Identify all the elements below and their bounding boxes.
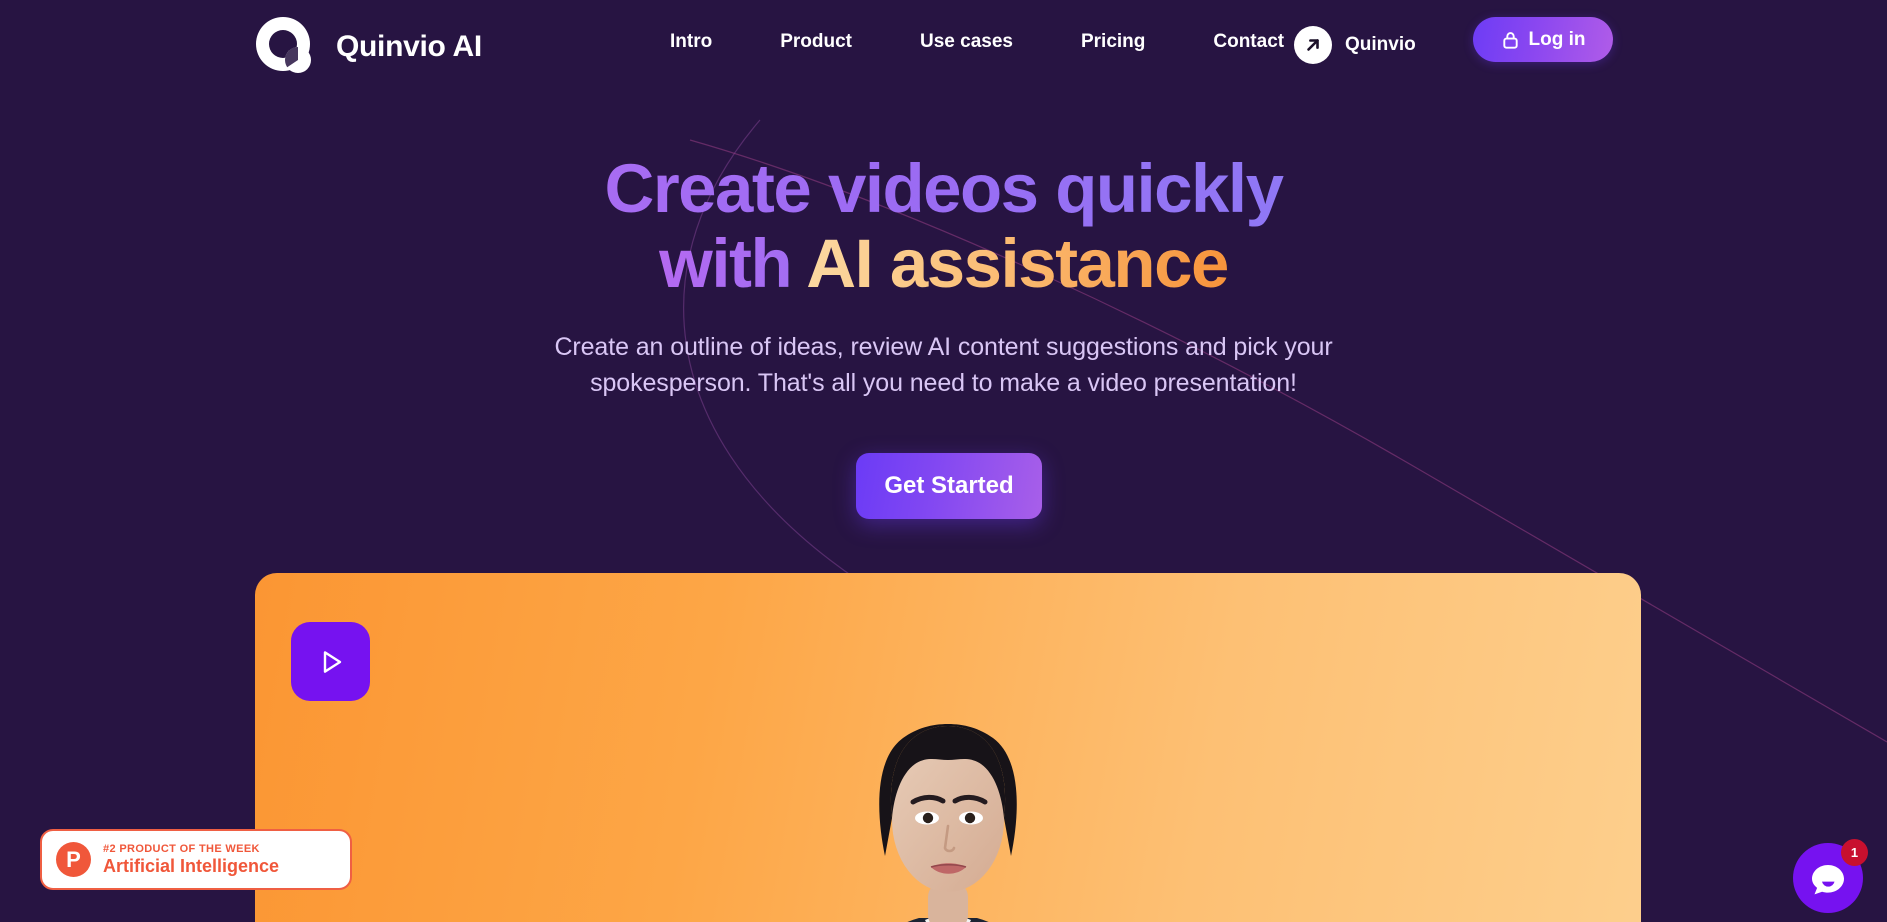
hero-subheadline: Create an outline of ideas, review AI co… (0, 330, 1887, 401)
hero-headline-line-2-prefix: with (659, 224, 807, 302)
brand-name: Quinvio AI (336, 30, 482, 63)
product-hunt-badge[interactable]: P #2 PRODUCT OF THE WEEK Artificial Inte… (40, 829, 352, 890)
quinvio-external-link[interactable]: Quinvio (1294, 26, 1416, 64)
product-hunt-text: #2 PRODUCT OF THE WEEK Artificial Intell… (103, 843, 279, 877)
presenter-video-still (879, 724, 1017, 922)
hero-headline: Create videos quickly with AI assistance (0, 151, 1887, 302)
login-button-label: Log in (1528, 28, 1586, 50)
product-hunt-logo-icon: P (56, 842, 91, 877)
nav-item-product[interactable]: Product (746, 31, 886, 53)
brand-logo-link[interactable]: Quinvio AI (253, 14, 482, 80)
quinvio-link-label: Quinvio (1345, 34, 1416, 55)
chat-bubble-icon (1808, 858, 1848, 898)
quinvio-q-logo-icon (256, 17, 311, 73)
hero-headline-line-1: Create videos quickly (0, 151, 1887, 227)
arrow-up-right-icon (1294, 26, 1332, 64)
nav-item-pricing[interactable]: Pricing (1047, 31, 1179, 53)
login-button[interactable]: Log in (1473, 17, 1613, 62)
chat-unread-badge: 1 (1841, 839, 1868, 866)
landing-page: Quinvio AI Intro Product Use cases Prici… (0, 0, 1887, 922)
hero-subheadline-line-2: spokesperson. That's all you need to mak… (590, 368, 1297, 397)
hero-video-card[interactable] (255, 573, 1641, 922)
hero-headline-line-2-accent: AI assistance (806, 224, 1229, 302)
site-header: Quinvio AI Intro Product Use cases Prici… (0, 0, 1887, 92)
hero-headline-line-2: with AI assistance (0, 224, 1887, 302)
play-button[interactable] (291, 622, 370, 701)
product-hunt-title: Artificial Intelligence (103, 855, 280, 876)
product-hunt-kicker: #2 PRODUCT OF THE WEEK (103, 842, 260, 855)
play-triangle-icon (313, 644, 349, 680)
chat-widget-button[interactable]: 1 (1793, 839, 1868, 913)
lock-icon (1501, 30, 1520, 50)
hero-subheadline-line-1: Create an outline of ideas, review AI co… (554, 333, 1333, 361)
nav-item-intro[interactable]: Intro (636, 31, 746, 53)
main-nav: Intro Product Use cases Pricing Contact (636, 31, 1318, 53)
nav-item-use-cases[interactable]: Use cases (886, 31, 1047, 53)
get-started-button[interactable]: Get Started (856, 453, 1042, 519)
